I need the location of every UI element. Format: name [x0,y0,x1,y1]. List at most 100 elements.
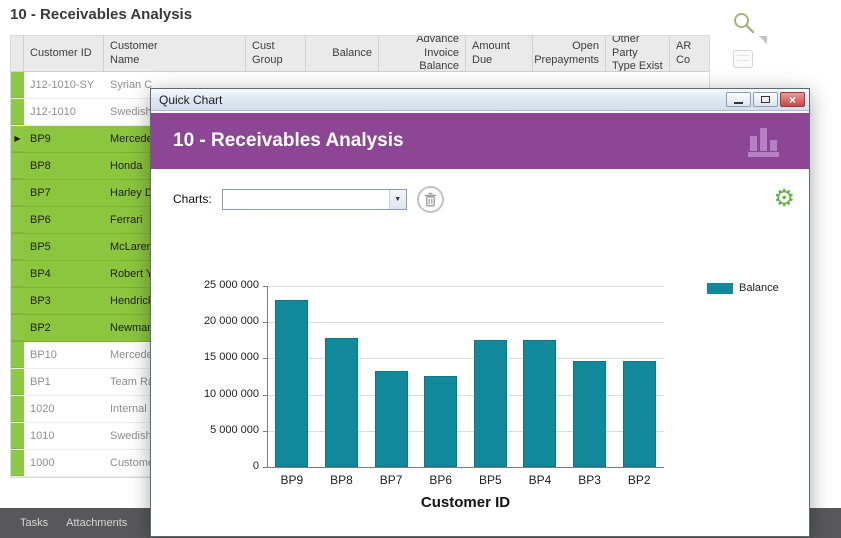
bar-BP4 [523,340,556,467]
row-selector[interactable] [11,369,24,395]
y-tick-mark [263,358,267,359]
bar-BP5 [474,340,507,467]
cell-customer-id: BP2 [24,315,104,341]
quick-chart-dialog: Quick Chart × 10 - Receivables Analysis … [150,88,810,537]
cell-customer-id: BP8 [24,153,104,179]
bar-BP7 [375,371,408,467]
dialog-body: 10 - Receivables Analysis Charts: ▼ [151,111,809,536]
table-header-row: Customer IDCustomer NameCust GroupBalanc… [11,36,709,72]
header-gutter [11,36,24,71]
column-header-advance-invoice[interactable]: Advance Invoice Balance [379,36,466,71]
delete-chart-button[interactable] [417,186,444,213]
x-axis-tick-label: BP5 [466,473,514,487]
row-selector[interactable] [11,423,24,449]
dropdown-arrow-icon: ▼ [389,190,406,209]
row-selector[interactable] [11,396,24,422]
x-axis-tick-label: BP4 [516,473,564,487]
top-right-toolbar [731,10,781,36]
maximize-icon [761,96,770,103]
charts-toolbar: Charts: ▼ ⚙ [173,185,795,213]
cell-customer-id: BP6 [24,207,104,233]
row-selector[interactable] [11,180,24,206]
bar-BP8 [325,338,358,467]
gridline [267,358,664,359]
row-selector[interactable] [11,288,24,314]
cell-customer-id: J12-1010-SY [24,72,104,98]
x-axis-tick-label: BP2 [615,473,663,487]
x-axis-tick-label: BP9 [268,473,316,487]
bar-BP3 [573,361,606,467]
x-axis-tick-label: BP6 [417,473,465,487]
minimize-icon [734,102,743,104]
cell-customer-id: BP9 [24,126,104,152]
cell-customer-id: 1010 [24,423,104,449]
gridline [267,431,664,432]
chart-banner: 10 - Receivables Analysis [151,113,809,169]
bar-BP6 [424,376,457,467]
row-selector[interactable] [11,450,24,476]
chart-legend: Balance [707,282,779,294]
y-axis-tick-label: 0 [167,460,259,472]
close-button[interactable]: × [780,92,805,107]
banner-title: 10 - Receivables Analysis [173,130,747,152]
minimize-button[interactable] [726,92,751,107]
gridline [267,395,664,396]
y-tick-mark [263,431,267,432]
gridline [267,286,664,287]
charts-label: Charts: [173,192,212,206]
column-header-amount-due[interactable]: Amount Due [466,36,533,71]
column-header-ar-co[interactable]: AR Co [670,36,710,71]
charts-dropdown[interactable]: ▼ [222,189,407,210]
dialog-title: Quick Chart [159,93,724,107]
panel-arrow-icon[interactable] [759,36,767,44]
cell-customer-id: J12-1010 [24,99,104,125]
legend-swatch [707,283,733,294]
bar-BP9 [275,300,308,467]
search-icon[interactable] [731,10,757,36]
x-axis-tick-label: BP8 [317,473,365,487]
y-tick-mark [263,286,267,287]
row-selector[interactable] [11,72,24,98]
maximize-button[interactable] [753,92,778,107]
dialog-titlebar[interactable]: Quick Chart × [151,89,809,111]
cell-customer-id: 1020 [24,396,104,422]
y-axis-tick-label: 15 000 000 [167,351,259,363]
cell-customer-id: 1000 [24,450,104,476]
close-icon: × [789,94,796,106]
column-header-other-party[interactable]: Other Party Type Exist [606,36,670,71]
page-title: 10 - Receivables Analysis [10,6,192,23]
row-selector[interactable] [11,99,24,125]
notes-icon[interactable] [733,50,753,68]
y-axis-tick-label: 25 000 000 [167,279,259,291]
cell-customer-id: BP1 [24,369,104,395]
y-axis [267,286,268,468]
row-selector[interactable] [11,315,24,341]
x-axis-title: Customer ID [267,494,664,511]
row-selector[interactable] [11,207,24,233]
cell-customer-id: BP10 [24,342,104,368]
legend-label: Balance [739,282,779,294]
bar-chart-icon [747,124,787,158]
row-selector[interactable] [11,234,24,260]
cell-customer-id: BP3 [24,288,104,314]
tab-tasks[interactable]: Tasks [20,517,48,529]
tab-attachments[interactable]: Attachments [66,517,127,529]
y-axis-tick-label: 10 000 000 [167,388,259,400]
row-selector[interactable] [11,153,24,179]
column-header-balance[interactable]: Balance [306,36,379,71]
row-selector[interactable] [11,261,24,287]
column-header-customer-id[interactable]: Customer ID [24,36,104,71]
y-tick-mark [263,322,267,323]
column-header-open[interactable]: Open Prepayments [533,36,606,71]
column-header-cust-group[interactable]: Cust Group [246,36,306,71]
gridline [267,322,664,323]
cell-customer-id: BP7 [24,180,104,206]
balance-bar-chart: 05 000 00010 000 00015 000 00020 000 000… [151,111,809,536]
row-pointer-icon[interactable]: ▶ [11,126,24,152]
column-header-customer[interactable]: Customer Name [104,36,246,71]
x-axis [267,467,664,468]
x-axis-tick-label: BP3 [566,473,614,487]
row-selector[interactable] [11,342,24,368]
bar-BP2 [623,361,656,467]
gear-icon[interactable]: ⚙ [773,187,795,211]
